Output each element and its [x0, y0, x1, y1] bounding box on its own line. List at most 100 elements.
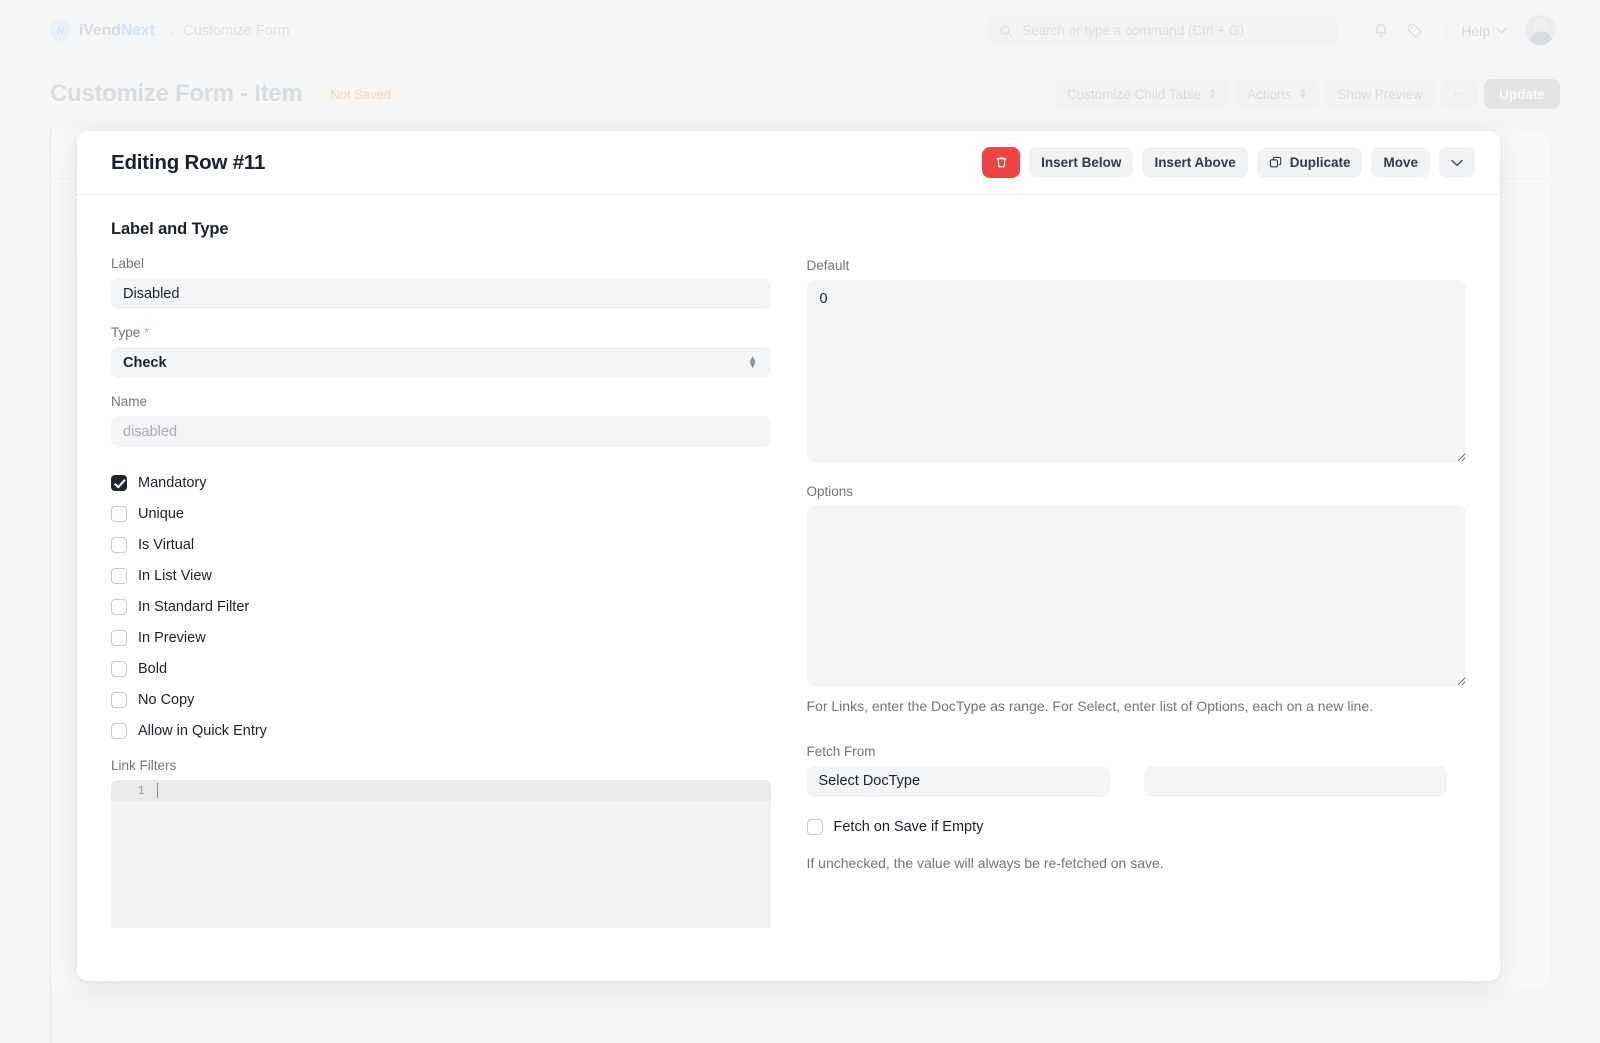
checkbox-box[interactable]	[111, 629, 127, 646]
checkbox-label: Allow in Quick Entry	[138, 722, 267, 739]
status-badge: Not Saved	[320, 83, 402, 105]
checkbox-is-virtual[interactable]: Is Virtual	[111, 529, 771, 560]
type-field-label: Type *	[111, 325, 150, 340]
top-navbar: iVendNext › Customize Form Search or typ…	[0, 0, 1600, 62]
fetch-from-field-input[interactable]	[1143, 765, 1447, 797]
code-caret	[157, 783, 158, 798]
required-marker: *	[144, 325, 150, 340]
show-preview-button[interactable]: Show Preview	[1325, 79, 1435, 109]
delete-row-button[interactable]	[982, 147, 1021, 178]
label-field-label: Label	[111, 256, 145, 271]
brand-logo[interactable]: iVendNext	[50, 20, 155, 41]
search-icon	[1000, 24, 1013, 37]
name-field-label: Name	[111, 394, 148, 409]
duplicate-button[interactable]: Duplicate	[1256, 147, 1363, 178]
page-left-rail	[50, 126, 51, 1043]
checkbox-box[interactable]	[111, 660, 127, 677]
checkbox-label: Unique	[138, 505, 184, 522]
checkbox-in-list-view[interactable]: In List View	[111, 560, 771, 591]
type-select-wrapper: ▲▼	[111, 347, 771, 378]
fetch-from-doctype-input[interactable]	[806, 765, 1110, 797]
breadcrumb[interactable]: Customize Form	[183, 23, 289, 39]
field-fetch-from: Fetch From Fetch on Save if Empty If unc…	[806, 744, 1467, 875]
navbar-right-group: Search or type a command (Ctrl + G) Help	[988, 15, 1556, 46]
code-first-line: 1	[111, 780, 771, 801]
default-textarea[interactable]	[806, 280, 1466, 462]
page-title: Customize Form - Item	[50, 80, 303, 107]
options-field-label: Options	[806, 484, 854, 499]
insert-below-button[interactable]: Insert Below	[1029, 147, 1134, 178]
page-header: Customize Form - Item Not Saved Customiz…	[0, 62, 1600, 126]
checkbox-box[interactable]	[806, 818, 823, 835]
checkbox-in-standard-filter[interactable]: In Standard Filter	[111, 591, 771, 622]
avatar[interactable]	[1525, 15, 1556, 46]
label-input[interactable]	[111, 278, 771, 309]
insert-above-button[interactable]: Insert Above	[1142, 147, 1248, 178]
right-column: Default Options For Links, enter the Doc…	[806, 220, 1467, 944]
more-options-button[interactable]: ⋯	[1440, 79, 1479, 109]
help-label: Help	[1461, 22, 1490, 39]
checkbox-box[interactable]	[111, 474, 127, 491]
options-help-text: For Links, enter the DocType as range. F…	[806, 698, 1374, 714]
updown-icon: ▲ ▼	[1208, 85, 1217, 101]
customize-child-table-button[interactable]: Customize Child Table ▲ ▼	[1054, 79, 1229, 109]
field-type: Type * ▲▼	[111, 325, 771, 378]
field-options: Options For Links, enter the DocType as …	[806, 484, 1466, 718]
checkbox-bold[interactable]: Bold	[111, 653, 771, 684]
type-select[interactable]	[111, 347, 771, 378]
brand-name: iVendNext	[79, 21, 155, 39]
field-link-filters: Link Filters 1	[111, 758, 771, 928]
checkbox-no-copy[interactable]: No Copy	[111, 684, 771, 715]
updown-icon: ▲ ▼	[1298, 85, 1308, 101]
checkbox-mandatory[interactable]: Mandatory	[111, 467, 771, 498]
field-name: Name	[111, 394, 771, 447]
page-header-actions: Customize Child Table ▲ ▼ Actions ▲ ▼ Show…	[1054, 79, 1560, 109]
checkbox-box[interactable]	[111, 691, 127, 708]
search-placeholder: Search or type a command (Ctrl + G)	[1022, 23, 1244, 38]
link-filters-label: Link Filters	[111, 758, 177, 773]
duplicate-label: Duplicate	[1289, 155, 1351, 170]
default-field-label: Default	[806, 258, 850, 273]
checkbox-label: No Copy	[138, 691, 195, 708]
checkbox-label: In Preview	[138, 629, 206, 646]
trash-icon	[996, 157, 1007, 168]
checkbox-label: Is Virtual	[138, 536, 195, 553]
checkbox-label: In Standard Filter	[138, 598, 250, 615]
left-column: Label and Type Label Type * ▲▼ Name	[111, 220, 771, 944]
checkbox-group: Mandatory Unique Is Virtual In List View…	[111, 467, 771, 746]
checkbox-box[interactable]	[111, 505, 127, 522]
search-input[interactable]: Search or type a command (Ctrl + G)	[988, 15, 1339, 46]
checkbox-box[interactable]	[111, 536, 127, 553]
link-filters-code-editor[interactable]: 1	[111, 780, 771, 928]
checkbox-box[interactable]	[111, 722, 127, 739]
move-button[interactable]: Move	[1371, 147, 1430, 178]
checkbox-unique[interactable]: Unique	[111, 498, 771, 529]
navbar-divider	[1446, 19, 1448, 42]
help-menu[interactable]: Help	[1461, 23, 1507, 39]
field-label: Label	[111, 256, 771, 309]
checkbox-in-preview[interactable]: In Preview	[111, 622, 771, 653]
checkbox-fetch-on-save-if-empty[interactable]: Fetch on Save if Empty	[806, 813, 1467, 841]
code-editor-area[interactable]	[111, 801, 771, 928]
more-menu-button[interactable]	[1439, 147, 1475, 178]
checkbox-allow-in-quick-entry[interactable]: Allow in Quick Entry	[111, 715, 771, 746]
name-input[interactable]	[111, 416, 771, 447]
checkbox-label: In List View	[138, 567, 212, 584]
checkbox-label: Fetch on Save if Empty	[833, 818, 984, 835]
code-line-number: 1	[137, 783, 145, 798]
modal-title: Editing Row #11	[111, 150, 266, 174]
checkbox-box[interactable]	[111, 567, 127, 584]
checkbox-box[interactable]	[111, 598, 127, 615]
update-button[interactable]: Update	[1484, 79, 1560, 109]
chevron-down-icon	[1496, 27, 1507, 34]
copy-icon	[1269, 156, 1281, 167]
actions-button[interactable]: Actions ▲ ▼	[1234, 79, 1320, 109]
fetch-from-row	[806, 765, 1467, 797]
bell-icon[interactable]	[1364, 16, 1398, 46]
options-textarea[interactable]	[806, 506, 1466, 686]
field-default: Default	[806, 258, 1466, 462]
tag-icon[interactable]	[1398, 16, 1432, 46]
checkbox-label: Mandatory	[138, 474, 207, 491]
section-title-label-and-type: Label and Type	[111, 220, 229, 238]
chevron-down-icon	[1451, 159, 1463, 166]
